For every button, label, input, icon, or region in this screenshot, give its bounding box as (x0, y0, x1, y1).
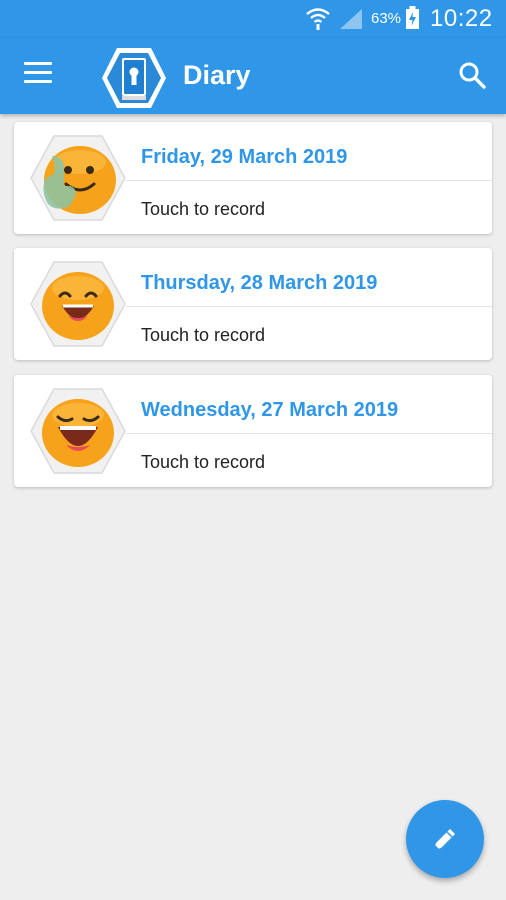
diary-entry-card[interactable]: Wednesday, 27 March 2019 Touch to record (14, 375, 492, 487)
battery-percent: 63% (371, 10, 402, 27)
entry-date: Thursday, 28 March 2019 (141, 272, 378, 294)
entry-subtitle: Touch to record (141, 199, 266, 219)
app-bar: Diary (0, 38, 506, 114)
clock: 10:22 (430, 5, 493, 32)
status-bar: 63% 10:22 (0, 0, 506, 38)
search-icon[interactable] (458, 61, 486, 89)
wifi-icon (306, 8, 330, 30)
battery-charging-icon (406, 6, 419, 29)
entry-subtitle: Touch to record (141, 325, 266, 345)
app-title: Diary (183, 60, 251, 90)
divider (126, 433, 492, 434)
entry-subtitle: Touch to record (141, 452, 266, 472)
pencil-icon (434, 829, 455, 850)
new-entry-fab[interactable] (406, 800, 484, 878)
entry-date: Friday, 29 March 2019 (141, 146, 348, 168)
divider (126, 306, 492, 307)
diary-entry-card[interactable]: Thursday, 28 March 2019 Touch to record (14, 248, 492, 360)
divider (126, 180, 492, 181)
signal-icon (340, 9, 362, 29)
thumbs-up-face-icon (30, 135, 126, 221)
menu-icon[interactable] (24, 62, 54, 90)
diary-entry-card[interactable]: Friday, 29 March 2019 Touch to record (14, 122, 492, 234)
entry-date: Wednesday, 27 March 2019 (141, 399, 399, 421)
happy-face-icon (30, 261, 126, 347)
laughing-face-icon (30, 388, 126, 474)
diary-lock-logo (102, 48, 166, 108)
